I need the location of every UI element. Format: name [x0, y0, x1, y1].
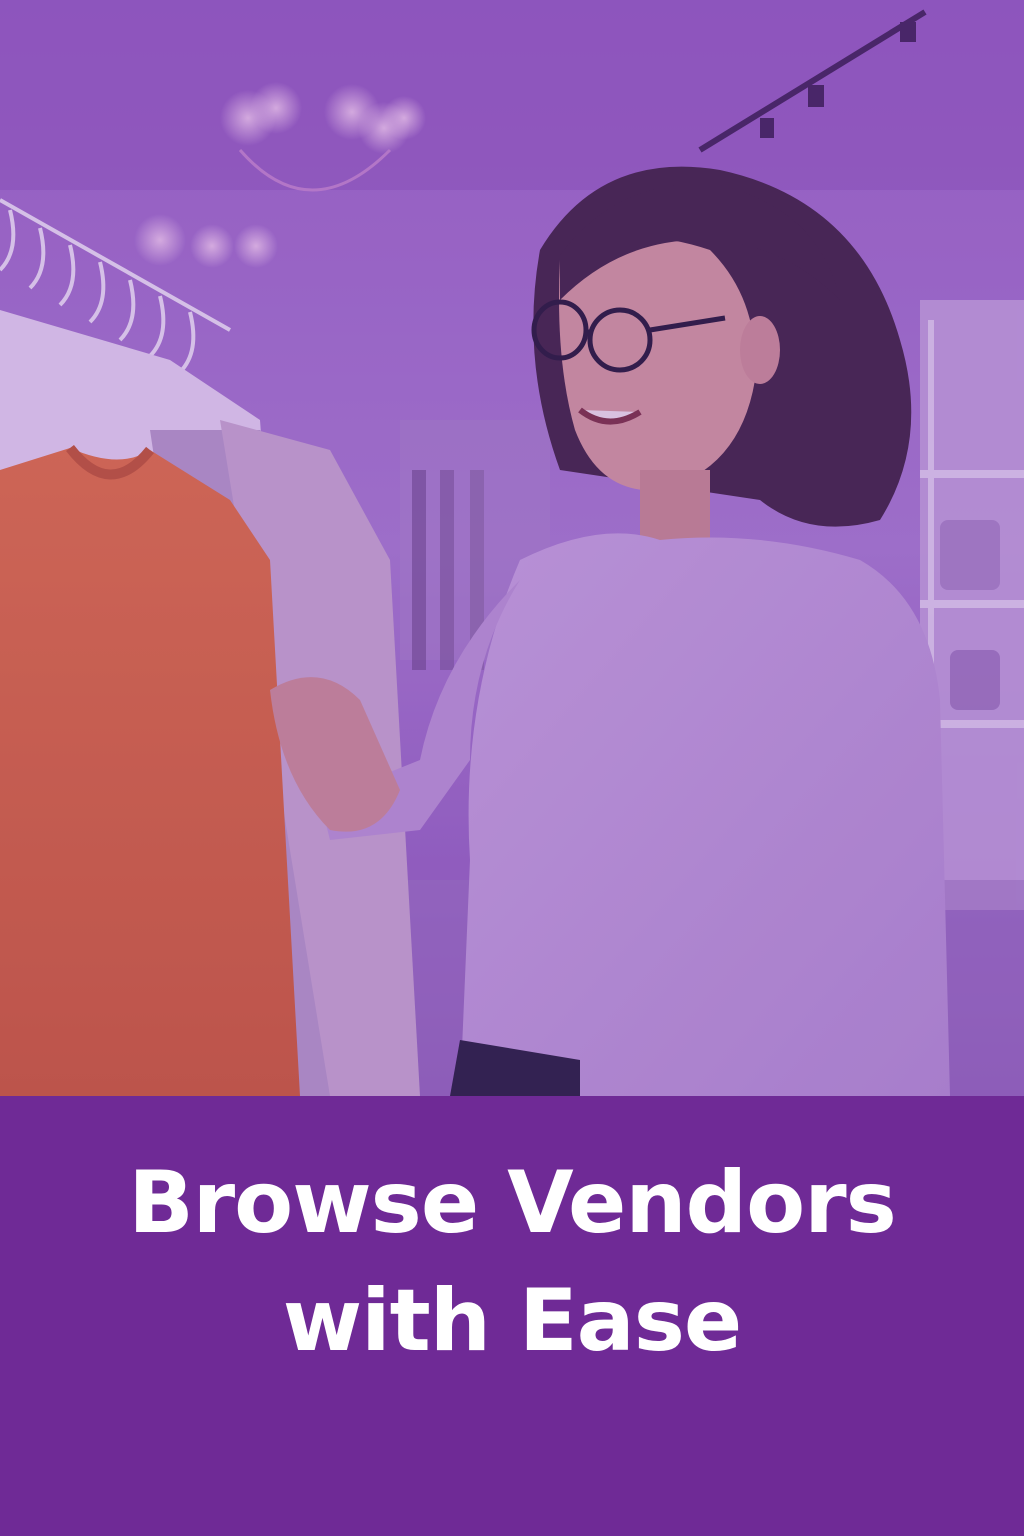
headline-line-2: with Ease — [282, 1271, 742, 1371]
purple-tint — [0, 0, 1024, 1096]
headline-line-1: Browse Vendors — [128, 1153, 897, 1253]
headline-banner: Browse Vendors with Ease — [0, 1096, 1024, 1536]
promo-card: Browse Vendors with Ease — [0, 0, 1024, 1536]
headline: Browse Vendors with Ease — [128, 1144, 897, 1380]
hero-photo — [0, 0, 1024, 1096]
